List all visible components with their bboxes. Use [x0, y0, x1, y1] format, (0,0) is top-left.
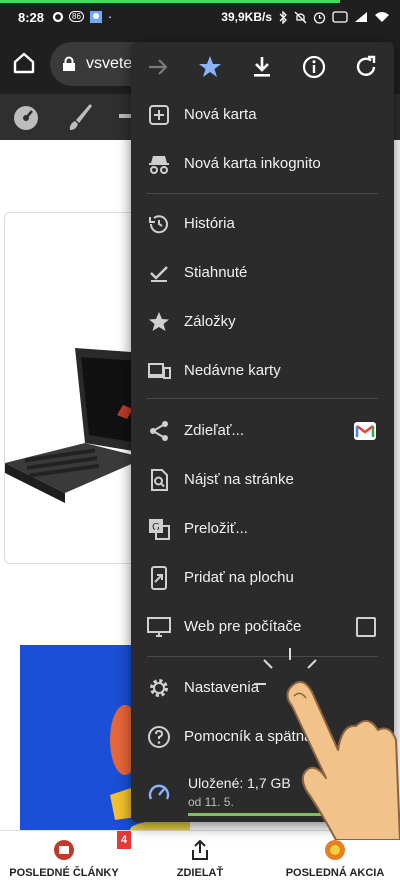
menu-item-history[interactable]: História: [131, 204, 394, 244]
clock: 8:28: [18, 10, 45, 25]
menu-item-add-to-home[interactable]: Pridať na plochu: [131, 558, 394, 598]
download-icon[interactable]: [249, 54, 275, 80]
article-card[interactable]: [4, 212, 146, 564]
nav-label: ZDIELAŤ: [176, 867, 224, 879]
home-icon[interactable]: [12, 51, 36, 75]
incognito-icon: [149, 156, 169, 174]
unread-badge: 4: [117, 831, 131, 849]
alarm-icon: [313, 11, 326, 24]
speedometer-icon[interactable]: [12, 103, 40, 131]
tap-gesture-hand: [254, 648, 400, 840]
devices-icon: [148, 363, 171, 379]
settings-notification-icon: [52, 11, 64, 22]
desktop-icon: [147, 617, 171, 637]
signal-icon: [355, 12, 367, 22]
mute-icon: [294, 11, 307, 23]
menu-item-label: História: [184, 215, 235, 232]
nav-label: POSLEDNÁ AKCIA: [285, 867, 385, 879]
laptop-image: [5, 348, 145, 503]
desktop-site-checkbox[interactable]: [356, 617, 376, 637]
menu-item-label: Stiahnuté: [184, 264, 248, 281]
wifi-icon: [375, 12, 389, 22]
menu-item-label: Nová karta inkognito: [184, 155, 321, 172]
menu-item-recent-tabs[interactable]: Nedávne karty: [131, 351, 394, 391]
translate-icon: G: [149, 519, 170, 540]
nav-latest-articles[interactable]: POSLEDNÉ ČLÁNKY 4: [4, 831, 131, 879]
offer-icon: [325, 840, 345, 860]
reload-icon[interactable]: [353, 54, 379, 80]
menu-item-bookmarks[interactable]: Záložky: [131, 302, 394, 342]
lock-icon: [63, 56, 75, 71]
nav-latest-offer[interactable]: POSLEDNÁ AKCIA: [280, 839, 390, 879]
share-icon: [150, 421, 168, 441]
bluetooth-icon: [279, 10, 287, 24]
forward-icon[interactable]: [145, 54, 171, 80]
menu-divider: [147, 193, 378, 194]
menu-item-incognito[interactable]: Nová karta inkognito: [131, 144, 394, 184]
star-icon: [149, 312, 169, 331]
plus-partial-icon: [119, 114, 131, 118]
network-speed: 39,9KB/s: [221, 10, 272, 24]
nav-label: POSLEDNÉ ČLÁNKY: [9, 867, 119, 879]
articles-icon: [54, 840, 74, 860]
menu-item-share[interactable]: Zdieľať...: [131, 411, 394, 451]
battery-saver-icon: [332, 11, 348, 23]
gear-icon: [150, 679, 168, 697]
menu-item-label: Nedávne karty: [184, 362, 281, 379]
more-notifications-dot: ·: [107, 9, 113, 24]
page-load-progress: [0, 0, 340, 3]
storage-date: od 11. 5.: [188, 795, 234, 809]
menu-item-label: Pridať na plochu: [184, 569, 294, 586]
download-check-icon: [150, 266, 168, 282]
bookmark-star-icon[interactable]: [197, 54, 223, 80]
status-bar: 8:28 86 · 39,9KB/s: [0, 0, 400, 34]
share-upload-icon: [192, 839, 208, 860]
menu-action-row: [131, 42, 394, 92]
menu-item-find-in-page[interactable]: Nájsť na stránke: [131, 460, 394, 500]
menu-divider: [147, 398, 378, 399]
image-notification-icon: [89, 10, 102, 23]
notification-badge: 86: [69, 11, 84, 22]
url-text: vsvete: [86, 55, 133, 72]
menu-item-label: Preložiť...: [184, 520, 248, 537]
nav-share[interactable]: ZDIELAŤ: [150, 839, 250, 879]
history-icon: [149, 215, 168, 234]
data-saver-icon: [148, 784, 170, 800]
menu-item-label: Nájsť na stránke: [184, 471, 294, 488]
menu-item-label: Nová karta: [184, 106, 257, 123]
menu-item-label: Zdieľať...: [184, 422, 245, 439]
menu-item-new-tab[interactable]: Nová karta: [131, 95, 394, 135]
help-icon: [148, 726, 170, 748]
info-icon[interactable]: [301, 54, 327, 80]
menu-item-translate[interactable]: G Preložiť...: [131, 509, 394, 549]
find-icon: [151, 469, 168, 491]
brush-icon[interactable]: [66, 102, 94, 132]
menu-item-label: Web pre počítače: [184, 618, 302, 635]
plus-box-icon: [149, 105, 169, 125]
menu-item-downloads[interactable]: Stiahnuté: [131, 253, 394, 293]
gmail-icon[interactable]: [353, 419, 377, 443]
menu-item-label: Záložky: [184, 313, 236, 330]
menu-item-label: Nastavenia: [184, 679, 260, 696]
add-to-home-icon: [151, 566, 167, 590]
